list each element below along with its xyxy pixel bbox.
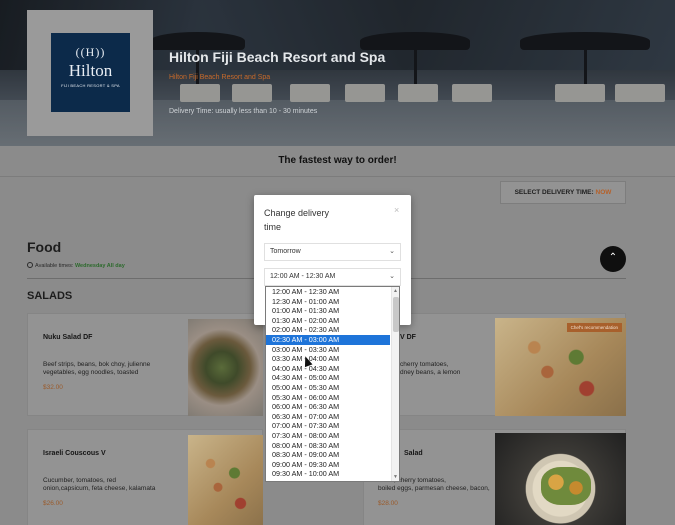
dropdown-scrollbar[interactable]: ▲ ▼ [391, 287, 399, 481]
logo-brand: Hilton [68, 61, 113, 80]
item-image [495, 433, 626, 525]
hotel-subtitle: Hilton Fiji Beach Resort and Spa [169, 74, 271, 81]
time-options-list: 12:00 AM - 12:30 AM 12:30 AM - 01:00 AM 01… [266, 287, 390, 479]
time-option[interactable]: 02:30 AM - 03:00 AM [266, 334, 390, 345]
item-image [188, 319, 263, 416]
time-option[interactable]: 05:00 AM - 05:30 AM [266, 383, 390, 393]
delivery-time-info: Delivery Time: usually less than 10 - 30… [169, 108, 318, 115]
scrollbar-thumb[interactable] [393, 297, 399, 332]
menu-item-card[interactable]: Nuku Salad DF Beef strips, beans, bok ch… [27, 313, 263, 416]
availability-label: Available times: [35, 263, 74, 269]
scroll-down-arrow-icon[interactable]: ▼ [393, 474, 398, 480]
select-delivery-time-button[interactable]: SELECT DELIVERY TIME: NOW [500, 181, 626, 204]
item-price: $26.00 [43, 500, 63, 507]
time-option[interactable]: 07:00 AM - 07:30 AM [266, 421, 390, 431]
time-option[interactable]: 01:30 AM - 02:00 AM [266, 316, 390, 326]
item-name: Nuku Salad DF [43, 334, 93, 341]
time-option[interactable]: 09:30 AM - 10:00 AM [266, 469, 390, 479]
time-option[interactable]: 03:00 AM - 03:30 AM [266, 345, 390, 355]
logo-subtitle: FIJI BEACH RESORT & SPA [61, 83, 120, 88]
item-description: dney beans, a lemon [400, 369, 461, 376]
availability-value: Wednesday All day [74, 263, 125, 269]
hotel-name: Hilton Fiji Beach Resort and Spa [169, 49, 386, 65]
menu-item-card[interactable]: V DF cherry tomatoes, dney beans, a lemo… [363, 313, 626, 416]
hilton-logo-icon: ((H)) [75, 45, 106, 59]
delivery-button-value: NOW [595, 189, 612, 196]
chevron-up-icon: ⌃ [608, 252, 618, 263]
item-description: boiled eggs, parmesan cheese, bacon, [378, 485, 490, 492]
time-option[interactable]: 04:30 AM - 05:00 AM [266, 373, 390, 383]
hotel-logo-frame: ((H)) Hilton FIJI BEACH RESORT & SPA [27, 10, 153, 136]
item-description: onion,capsicum, feta cheese, kalamata [43, 485, 156, 492]
item-price: $32.00 [43, 384, 63, 391]
clock-icon [27, 262, 33, 268]
hotel-logo: ((H)) Hilton FIJI BEACH RESORT & SPA [51, 33, 130, 112]
category-title: SALADS [27, 290, 73, 302]
time-option[interactable]: 07:30 AM - 08:00 AM [266, 431, 390, 441]
time-option[interactable]: 01:00 AM - 01:30 AM [266, 306, 390, 316]
item-image [188, 435, 263, 525]
time-select-dropdown[interactable]: 12:00 AM - 12:30 AM 12:30 AM - 01:00 AM 01… [265, 286, 400, 482]
item-price: $28.00 [378, 500, 398, 507]
time-option[interactable]: 03:30 AM - 04:00 AM [266, 354, 390, 364]
item-name: Israeli Couscous V [43, 450, 106, 457]
delivery-button-label: SELECT DELIVERY TIME: [514, 189, 594, 196]
menu-item-card[interactable]: Salad utons, cherry tomatoes, boiled egg… [363, 429, 626, 525]
item-name: Salad [404, 450, 423, 457]
time-select[interactable]: 12:00 AM - 12:30 AM ⌄ [264, 268, 401, 286]
time-option[interactable]: 09:00 AM - 09:30 AM [266, 460, 390, 470]
day-select-value: Tomorrow [270, 248, 301, 255]
modal-title: Change delivery time [264, 208, 330, 232]
time-option[interactable]: 08:30 AM - 09:00 AM [266, 450, 390, 460]
time-option[interactable]: 08:00 AM - 08:30 AM [266, 441, 390, 451]
salad-garnish [540, 466, 591, 505]
time-option[interactable]: 12:00 AM - 12:30 AM [266, 287, 390, 297]
scroll-up-arrow-icon[interactable]: ▲ [393, 288, 398, 294]
time-option[interactable]: 12:30 AM - 01:00 AM [266, 297, 390, 307]
chevron-down-icon: ⌄ [389, 248, 395, 255]
item-image: Chef's recommendation [495, 318, 626, 416]
tagline: The fastest way to order! [278, 155, 397, 166]
divider [0, 176, 675, 177]
section-title: Food [27, 239, 62, 255]
chef-recommendation-badge: Chef's recommendation [566, 323, 622, 332]
time-option[interactable]: 05:30 AM - 06:00 AM [266, 393, 390, 403]
time-option[interactable]: 02:00 AM - 02:30 AM [266, 325, 390, 335]
menu-item-card[interactable]: Israeli Couscous V Cucumber, tomatoes, r… [27, 429, 263, 525]
day-select[interactable]: Tomorrow ⌄ [264, 243, 401, 261]
close-icon[interactable]: × [394, 205, 399, 215]
time-select-value: 12:00 AM - 12:30 AM [270, 273, 336, 280]
time-option[interactable]: 04:00 AM - 04:30 AM [266, 364, 390, 374]
availability: Available times: Wednesday All day [27, 262, 125, 269]
item-description: vegetables, egg noodles, toasted [43, 369, 139, 376]
time-option[interactable]: 06:30 AM - 07:00 AM [266, 412, 390, 422]
item-name: V DF [400, 334, 416, 341]
scroll-up-button[interactable]: ⌃ [600, 246, 626, 272]
time-option[interactable]: 06:00 AM - 06:30 AM [266, 402, 390, 412]
chevron-down-icon: ⌄ [389, 273, 395, 280]
